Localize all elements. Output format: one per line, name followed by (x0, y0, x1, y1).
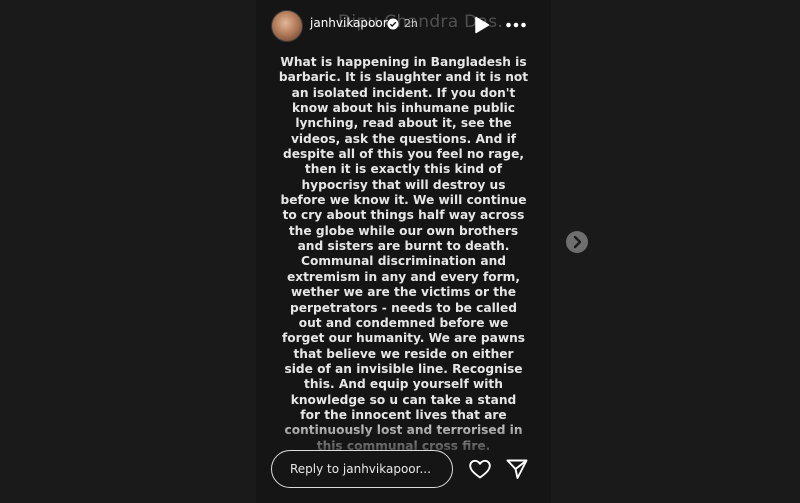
avatar[interactable] (271, 10, 303, 42)
post-time: 2h (404, 17, 418, 30)
story-text: What is happening in Bangladesh is barba… (278, 55, 529, 453)
more-options-icon[interactable] (505, 16, 527, 34)
send-icon[interactable] (505, 457, 529, 481)
reply-input[interactable]: Reply to janhvikapoor... (271, 450, 453, 488)
username[interactable]: janhvikapoor (310, 16, 388, 30)
verified-badge-icon (387, 18, 399, 30)
reply-placeholder: Reply to janhvikapoor... (290, 462, 431, 476)
story-header: Dipu Chandra Das. janhvikapoor 2h (256, 0, 551, 52)
play-icon[interactable] (474, 16, 490, 34)
next-story-button[interactable] (566, 231, 588, 253)
story-viewer: Dipu Chandra Das. janhvikapoor 2h What i… (256, 0, 551, 503)
heart-icon[interactable] (468, 457, 492, 481)
chevron-right-icon (573, 235, 582, 249)
